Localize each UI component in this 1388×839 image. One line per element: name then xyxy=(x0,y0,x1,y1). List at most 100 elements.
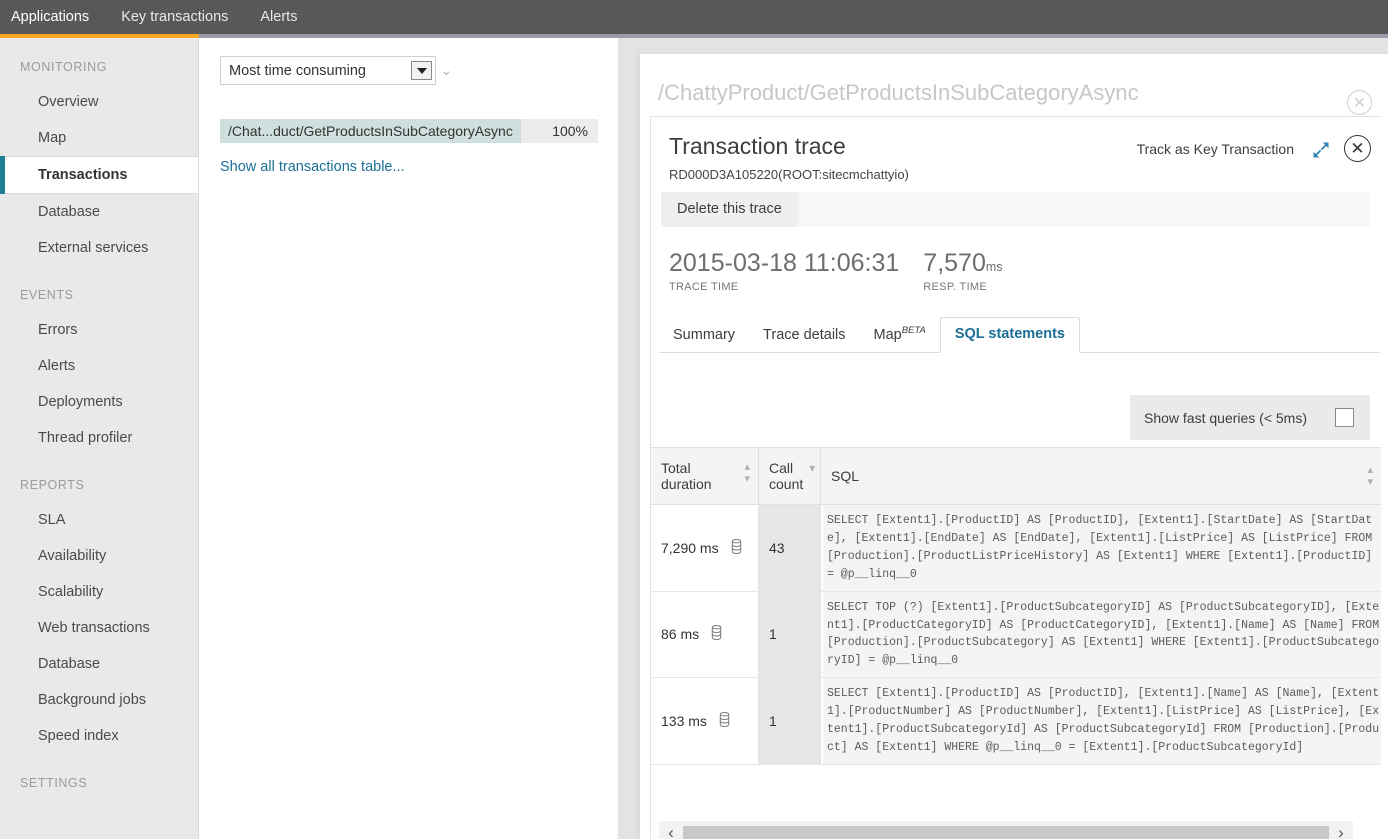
resp-time-label: RESP. TIME xyxy=(923,281,1002,293)
topnav-item-key-transactions[interactable]: Key transactions xyxy=(105,0,244,34)
transactions-list-column: Most time consuming ⌄ /Chat...duct/GetPr… xyxy=(200,38,618,839)
database-icon[interactable] xyxy=(719,712,730,730)
topnav-item-applications[interactable]: Applications xyxy=(0,0,105,34)
sidebar: MONITORING Overview Map Transactions Dat… xyxy=(0,38,199,839)
cell-total-duration-value: 133 ms xyxy=(661,713,707,729)
resp-time-stat: 7,570ms RESP. TIME xyxy=(923,249,1002,293)
show-fast-queries-control[interactable]: Show fast queries (< 5ms) xyxy=(1130,395,1370,440)
transaction-list-item[interactable]: /Chat...duct/GetProductsInSubCategoryAsy… xyxy=(220,119,598,143)
sidebar-item-errors[interactable]: Errors xyxy=(0,312,198,348)
trace-actions-bar: Delete this trace xyxy=(661,192,1370,227)
column-header-total-duration[interactable]: Total duration ▴▾ xyxy=(651,448,759,504)
sidebar-item-availability[interactable]: Availability xyxy=(0,538,198,574)
sort-select[interactable]: Most time consuming xyxy=(220,56,436,85)
transaction-detail-title: /ChattyProduct/GetProductsInSubCategoryA… xyxy=(658,80,1139,106)
cell-call-count: 1 xyxy=(759,678,821,764)
sort-descending-icon[interactable]: ▾ xyxy=(809,462,815,475)
sort-both-icon[interactable]: ▴▾ xyxy=(1367,465,1373,488)
sidebar-item-overview[interactable]: Overview xyxy=(0,84,198,120)
database-icon[interactable] xyxy=(731,539,742,557)
tab-summary[interactable]: Summary xyxy=(659,327,749,353)
table-row[interactable]: 86 ms 1 SELECT TOP (?) [Extent1].[Produc… xyxy=(651,592,1381,679)
transaction-detail-panel: /ChattyProduct/GetProductsInSubCategoryA… xyxy=(640,54,1388,839)
column-header-sql[interactable]: SQL ▴▾ xyxy=(821,448,1381,504)
sidebar-item-transactions[interactable]: Transactions xyxy=(0,156,198,194)
sidebar-item-web-transactions[interactable]: Web transactions xyxy=(0,610,198,646)
close-icon[interactable]: ✕ xyxy=(1344,135,1371,162)
cell-total-duration: 7,290 ms xyxy=(651,505,759,591)
topnav-item-alerts[interactable]: Alerts xyxy=(244,0,313,34)
tab-summary-label: Summary xyxy=(673,327,735,343)
column-header-call-count-label: Call count xyxy=(769,460,803,492)
cell-sql: SELECT [Extent1].[ProductID] AS [Product… xyxy=(821,678,1381,764)
transaction-name: /Chat...duct/GetProductsInSubCategoryAsy… xyxy=(220,119,521,143)
track-as-key-transaction-button[interactable]: Track as Key Transaction xyxy=(1137,141,1294,157)
show-fast-queries-label: Show fast queries (< 5ms) xyxy=(1144,410,1307,426)
trace-time-label: TRACE TIME xyxy=(669,281,899,293)
transaction-percent: 100% xyxy=(521,119,598,143)
trace-tabs: Summary Trace details MapBETA SQL statem… xyxy=(659,317,1380,353)
sidebar-item-sla[interactable]: SLA xyxy=(0,502,198,538)
cell-sql: SELECT TOP (?) [Extent1].[ProductSubcate… xyxy=(821,592,1381,678)
cell-total-duration: 86 ms xyxy=(651,592,759,678)
tab-sql-statements-label: SQL statements xyxy=(955,326,1065,342)
scrollbar-thumb[interactable] xyxy=(683,826,1329,839)
tab-map-label: Map xyxy=(874,327,902,343)
cell-sql: SELECT [Extent1].[ProductID] AS [Product… xyxy=(821,505,1381,591)
sort-select-value: Most time consuming xyxy=(229,63,366,79)
trace-stats: 2015-03-18 11:06:31 TRACE TIME 7,570ms R… xyxy=(651,227,1380,293)
delete-trace-button[interactable]: Delete this trace xyxy=(661,192,798,227)
cell-call-count: 1 xyxy=(759,592,821,678)
scroll-right-arrow-icon[interactable]: › xyxy=(1329,821,1353,839)
scrollbar-track[interactable] xyxy=(683,826,1329,839)
sidebar-item-external-services[interactable]: External services xyxy=(0,230,198,266)
resp-time-value: 7,570 xyxy=(923,249,986,277)
table-row[interactable]: 7,290 ms 43 SELECT [Extent1].[ProductID]… xyxy=(651,505,1381,592)
database-icon[interactable] xyxy=(711,625,722,643)
sidebar-item-background-jobs[interactable]: Background jobs xyxy=(0,682,198,718)
sql-statements-table: Total duration ▴▾ Call count ▾ SQL ▴▾ 7,… xyxy=(651,447,1381,765)
table-header-row: Total duration ▴▾ Call count ▾ SQL ▴▾ xyxy=(651,447,1381,505)
horizontal-scrollbar[interactable]: ‹ › xyxy=(659,821,1353,839)
resp-time-unit: ms xyxy=(986,260,1003,274)
expand-icon[interactable] xyxy=(1312,141,1330,159)
sidebar-item-alerts[interactable]: Alerts xyxy=(0,348,198,384)
sidebar-item-speed-index[interactable]: Speed index xyxy=(0,718,198,754)
sidebar-item-deployments[interactable]: Deployments xyxy=(0,384,198,420)
show-all-transactions-link[interactable]: Show all transactions table... xyxy=(220,159,598,175)
show-fast-queries-checkbox[interactable] xyxy=(1335,408,1354,427)
close-icon[interactable]: ✕ xyxy=(1347,90,1372,115)
sidebar-group-settings: SETTINGS xyxy=(0,754,198,800)
table-row[interactable]: 133 ms 1 SELECT [Extent1].[ProductID] AS… xyxy=(651,678,1381,765)
trace-time-stat: 2015-03-18 11:06:31 TRACE TIME xyxy=(669,249,899,293)
transaction-trace-modal: Transaction trace Track as Key Transacti… xyxy=(650,116,1380,839)
sidebar-item-report-database[interactable]: Database xyxy=(0,646,198,682)
top-navigation-bar: Applications Key transactions Alerts xyxy=(0,0,1388,34)
tab-trace-details-label: Trace details xyxy=(763,327,845,343)
sidebar-item-scalability[interactable]: Scalability xyxy=(0,574,198,610)
tab-trace-details[interactable]: Trace details xyxy=(749,327,859,353)
trace-id-label: RD000D3A105220(ROOT:sitecmchattyio) xyxy=(651,167,1380,182)
cell-total-duration: 133 ms xyxy=(651,678,759,764)
chevron-down-secondary-icon[interactable]: ⌄ xyxy=(440,63,453,78)
sort-select-wrapper: Most time consuming ⌄ xyxy=(220,56,598,85)
tab-sql-statements[interactable]: SQL statements xyxy=(940,317,1080,353)
sidebar-group-reports: REPORTS xyxy=(0,456,198,502)
cell-total-duration-value: 86 ms xyxy=(661,626,699,642)
cell-total-duration-value: 7,290 ms xyxy=(661,540,719,556)
sidebar-item-thread-profiler[interactable]: Thread profiler xyxy=(0,420,198,456)
column-header-sql-label: SQL xyxy=(831,468,859,484)
chevron-down-icon[interactable] xyxy=(411,61,432,80)
scroll-left-arrow-icon[interactable]: ‹ xyxy=(659,821,683,839)
sidebar-item-database[interactable]: Database xyxy=(0,194,198,230)
column-header-call-count[interactable]: Call count ▾ xyxy=(759,448,821,504)
tab-map[interactable]: MapBETA xyxy=(860,325,940,353)
column-header-total-duration-label: Total duration xyxy=(661,460,738,492)
trace-time-value: 2015-03-18 11:06:31 xyxy=(669,249,899,277)
trace-modal-header: Transaction trace Track as Key Transacti… xyxy=(651,117,1380,160)
sort-both-icon[interactable]: ▴▾ xyxy=(744,462,750,485)
sidebar-group-monitoring: MONITORING xyxy=(0,38,198,84)
sidebar-group-events: EVENTS xyxy=(0,266,198,312)
cell-call-count: 43 xyxy=(759,505,821,591)
sidebar-item-map[interactable]: Map xyxy=(0,120,198,156)
